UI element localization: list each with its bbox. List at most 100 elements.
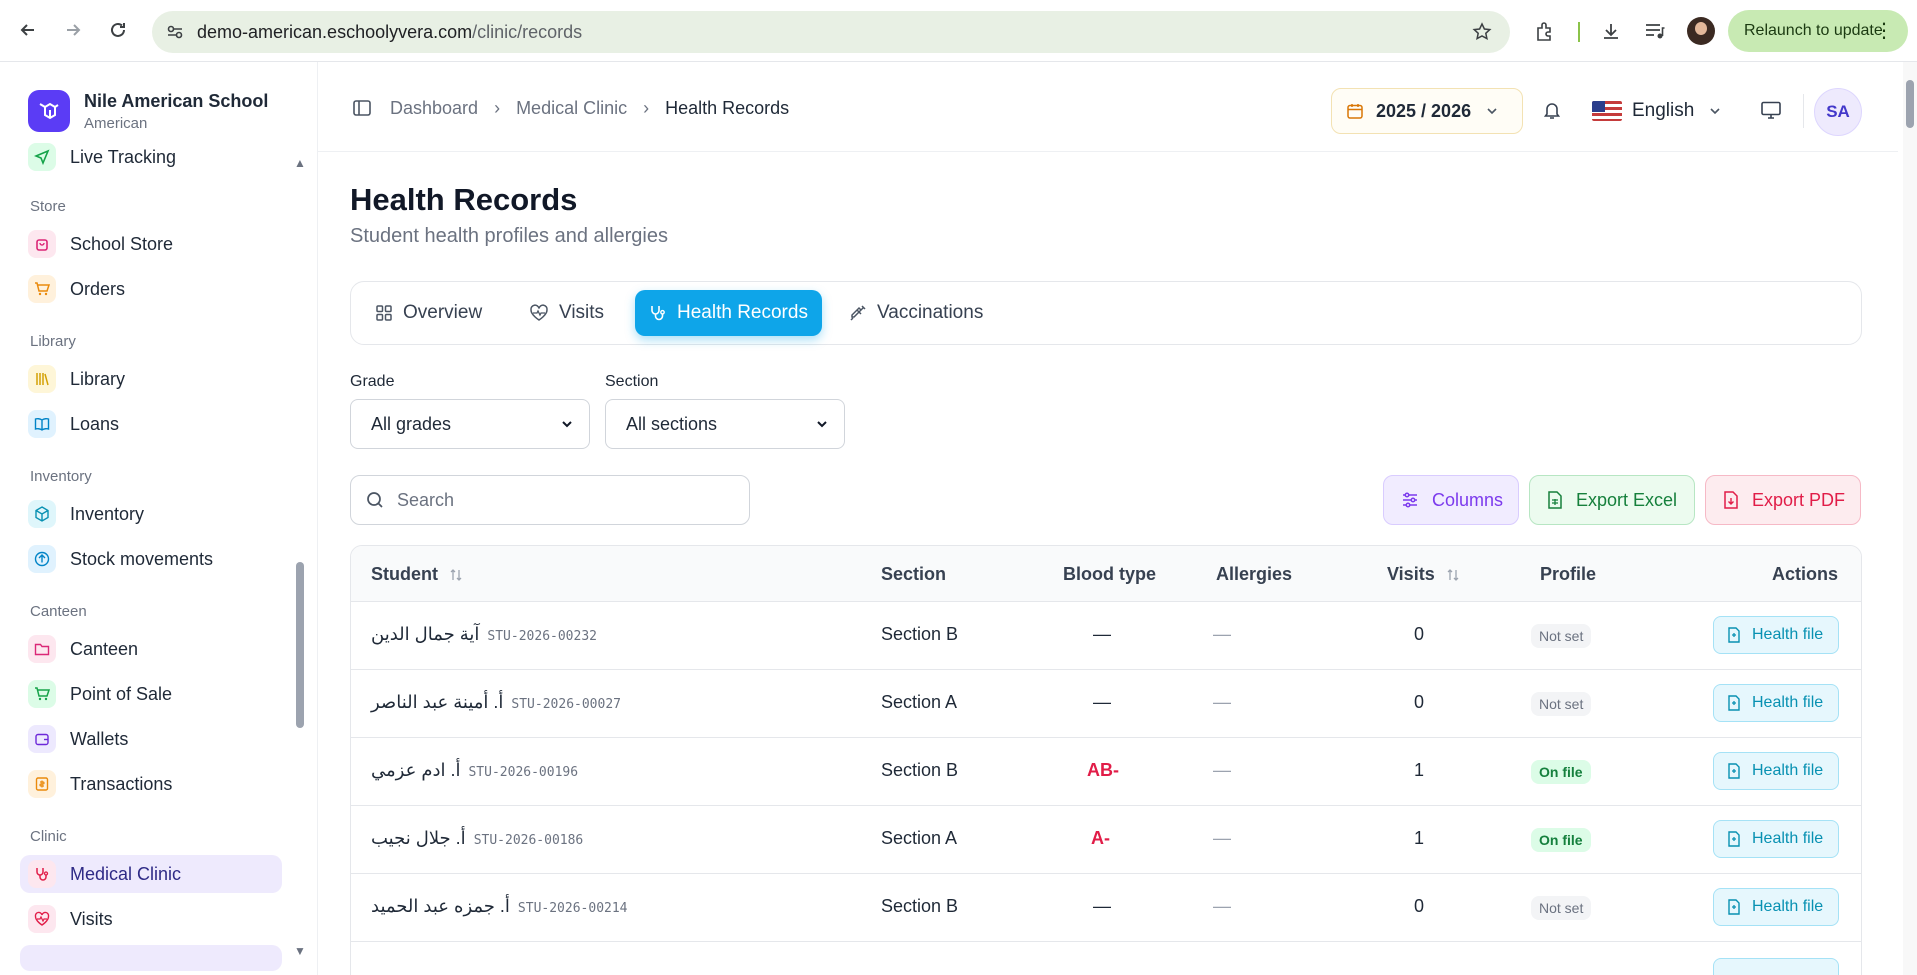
table-row: أ. ادم عزمي STU-2026-00196 Section B AB- … <box>351 738 1861 806</box>
column-header-visits[interactable]: Visits <box>1387 564 1460 585</box>
breadcrumb-current: Health Records <box>665 98 790 118</box>
student-name[interactable]: أ. جمزه عبد الحميد <box>371 896 510 916</box>
sidebar-item-visits[interactable]: Visits <box>20 900 282 938</box>
scroll-up-icon[interactable]: ▲ <box>294 156 306 170</box>
school-header[interactable]: Nile American School American <box>28 90 268 132</box>
breadcrumb-dashboard[interactable]: Dashboard <box>390 98 478 119</box>
section-cell: Section A <box>881 828 958 848</box>
tab-label: Vaccinations <box>877 302 984 323</box>
tab-overview[interactable]: Overview <box>361 290 496 336</box>
scroll-down-icon[interactable]: ▼ <box>294 944 306 958</box>
reload-button[interactable] <box>104 16 132 44</box>
sidebar-scrollbar[interactable] <box>296 562 304 728</box>
profile-status-badge: Not set <box>1531 624 1592 648</box>
section-cell: Section B <box>881 760 959 780</box>
column-header-allergies: Allergies <box>1216 564 1293 584</box>
export-pdf-label: Export PDF <box>1752 489 1846 510</box>
student-name[interactable]: أ. أمينة عبد الناصر <box>371 692 503 712</box>
search-input[interactable]: Search <box>350 475 750 525</box>
export-pdf-button[interactable]: Export PDF <box>1705 475 1861 525</box>
sidebar-item-canteen[interactable]: Canteen <box>20 630 282 668</box>
sidebar-item-health-records-partial[interactable] <box>20 945 282 971</box>
sidebar-item-label: Live Tracking <box>70 146 177 167</box>
wallet-icon <box>28 725 56 753</box>
user-avatar[interactable]: SA <box>1814 88 1862 136</box>
cart-icon <box>28 275 56 303</box>
columns-button[interactable]: Columns <box>1383 475 1519 525</box>
monitor-icon[interactable] <box>1760 100 1782 125</box>
chevron-right-icon: › <box>643 98 650 118</box>
health-file-button[interactable]: Health file <box>1713 820 1839 858</box>
sidebar-item-stock-movements[interactable]: Stock movements <box>20 540 282 578</box>
sidebar-item-inventory[interactable]: Inventory <box>20 495 282 533</box>
tab-vaccinations[interactable]: Vaccinations <box>835 290 997 336</box>
academic-year-selector[interactable]: 2025 / 2026 <box>1331 88 1523 134</box>
bookmark-star-icon[interactable] <box>1472 22 1492 42</box>
sidebar-item-label: Visits <box>70 908 113 929</box>
breadcrumb-medical-clinic[interactable]: Medical Clinic <box>516 98 627 119</box>
column-header-student[interactable]: Student <box>371 564 463 585</box>
relaunch-button[interactable]: Relaunch to update ⋮ <box>1728 10 1908 52</box>
visits-cell: 1 <box>1414 828 1425 848</box>
sidebar-item-label: Point of Sale <box>70 683 173 704</box>
relaunch-label: Relaunch to update <box>1744 22 1883 39</box>
student-id: STU-2026-00027 <box>511 697 621 712</box>
health-file-button[interactable]: Health file <box>1713 616 1839 654</box>
sidebar-item-wallets[interactable]: Wallets <box>20 720 282 758</box>
address-bar[interactable]: demo-american.eschoolyvera.com/clinic/re… <box>152 11 1510 53</box>
sidebar-item-orders[interactable]: Orders <box>20 270 282 308</box>
sidebar-item-label: Orders <box>70 278 126 299</box>
health-file-button[interactable]: Health file <box>1713 752 1839 790</box>
columns-label: Columns <box>1432 489 1504 510</box>
student-name[interactable]: أ. ادم عزمي <box>371 760 460 780</box>
sidebar-toggle-icon[interactable] <box>352 98 372 123</box>
sidebar: Nile American School American ▲ Live Tra… <box>0 62 318 975</box>
student-id: STU-2026-00214 <box>517 901 628 916</box>
sidebar-item-school-store[interactable]: School Store <box>20 225 282 263</box>
site-settings-icon[interactable] <box>166 23 184 41</box>
grade-select[interactable]: All grades <box>350 399 590 449</box>
sidebar-item-transactions[interactable]: Transactions <box>20 765 282 803</box>
visits-cell: 0 <box>1414 896 1425 916</box>
table-row: آية جمال الدين STU-2026-00232 Section B —… <box>351 602 1861 670</box>
breadcrumb: Dashboard › Medical Clinic › Health Reco… <box>390 98 789 119</box>
sidebar-item-label: Medical Clinic <box>70 863 182 884</box>
sidebar-item-label: School Store <box>70 233 174 254</box>
tab-health-records[interactable]: Health Records <box>635 290 822 336</box>
student-id: STU-2026-00186 <box>473 833 584 848</box>
sidebar-item-library[interactable]: Library <box>20 360 282 398</box>
us-flag-icon <box>1592 101 1622 121</box>
sidebar-item-point-of-sale[interactable]: Point of Sale <box>20 675 282 713</box>
sidebar-item-live-tracking[interactable]: Live Tracking <box>20 138 282 176</box>
media-queue-icon[interactable] <box>1642 18 1668 44</box>
back-button[interactable] <box>14 16 42 44</box>
language-selector[interactable]: English <box>1592 88 1722 134</box>
student-name[interactable]: آية جمال الدين <box>371 624 479 644</box>
student-name[interactable]: أ. جلال نجيب <box>371 828 466 848</box>
sidebar-group-store: Store <box>30 198 66 215</box>
toolbar-divider <box>1578 22 1580 42</box>
search-icon <box>367 492 383 508</box>
student-cell: آية جمال الدين STU-2026-00232 <box>371 624 597 645</box>
download-icon[interactable] <box>1598 18 1624 44</box>
page-scrollbar-thumb[interactable] <box>1906 80 1914 128</box>
extensions-icon[interactable] <box>1532 18 1558 44</box>
sidebar-group-library: Library <box>30 333 76 350</box>
tab-visits[interactable]: Visits <box>515 290 618 336</box>
section-select[interactable]: All sections <box>605 399 845 449</box>
export-excel-button[interactable]: Export Excel <box>1529 475 1695 525</box>
sidebar-group-canteen: Canteen <box>30 603 87 620</box>
health-file-button[interactable]: Health file <box>1713 888 1839 926</box>
health-file-button[interactable]: Health file <box>1713 684 1839 722</box>
cart-icon <box>28 680 56 708</box>
section-cell: Section B <box>881 896 959 916</box>
bell-icon[interactable] <box>1542 100 1562 125</box>
health-file-button[interactable] <box>1713 958 1839 975</box>
forward-button[interactable] <box>59 16 87 44</box>
sidebar-item-loans[interactable]: Loans <box>20 405 282 443</box>
page-scrollbar[interactable] <box>1903 62 1917 975</box>
sidebar-item-medical-clinic[interactable]: Medical Clinic <box>20 855 282 893</box>
browser-profile-avatar[interactable] <box>1687 17 1715 45</box>
health-file-label: Health file <box>1752 694 1824 711</box>
allergies-cell: — <box>1213 692 1231 712</box>
